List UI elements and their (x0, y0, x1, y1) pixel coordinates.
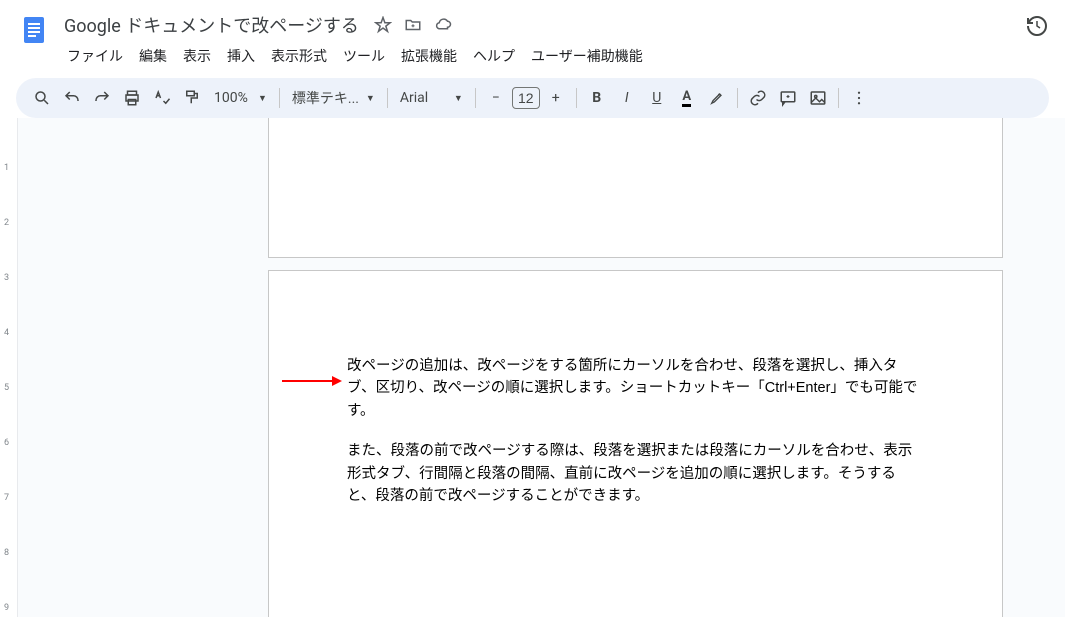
menubar: ファイル 編集 表示 挿入 表示形式 ツール 拡張機能 ヘルプ ユーザー補助機能 (60, 40, 1017, 70)
zoom-dropdown[interactable]: 100% ▼ (208, 84, 273, 112)
more-icon[interactable] (845, 84, 873, 112)
zoom-value: 100% (214, 90, 254, 106)
menu-view[interactable]: 表示 (176, 42, 218, 70)
separator (737, 88, 738, 108)
paragraph[interactable]: 改ページの追加は、改ページをする箇所にカーソルを合わせ、段落を選択し、挿入タブ、… (347, 355, 924, 422)
link-icon[interactable] (744, 84, 772, 112)
fontsize-decrease-button[interactable]: − (482, 84, 510, 112)
caret-down-icon: ▼ (366, 93, 375, 104)
text-format-group: B I U A (583, 84, 731, 112)
search-icon[interactable] (28, 84, 56, 112)
highlight-button[interactable] (703, 84, 731, 112)
document-title[interactable]: Google ドキュメントで改ページする (60, 10, 363, 40)
menu-format[interactable]: 表示形式 (264, 42, 334, 70)
paragraph[interactable]: また、段落の前で改ページする際は、段落を選択または段落にカーソルを合わせ、表示形… (347, 440, 924, 507)
menu-extensions[interactable]: 拡張機能 (394, 42, 464, 70)
separator (576, 88, 577, 108)
undo-icon[interactable] (58, 84, 86, 112)
caret-down-icon: ▼ (258, 93, 267, 104)
cloud-status-icon[interactable] (433, 15, 453, 35)
paint-format-icon[interactable] (178, 84, 206, 112)
redo-icon[interactable] (88, 84, 116, 112)
move-folder-icon[interactable] (403, 15, 423, 35)
separator (475, 88, 476, 108)
title-row: Google ドキュメントで改ページする (60, 8, 1017, 40)
star-icon[interactable] (373, 15, 393, 35)
menu-tools[interactable]: ツール (336, 42, 392, 70)
caret-down-icon: ▼ (454, 93, 463, 104)
fontsize-input[interactable] (512, 87, 540, 109)
italic-button[interactable]: I (613, 84, 641, 112)
page-container: 改ページの追加は、改ページをする箇所にカーソルを合わせ、段落を選択し、挿入タブ、… (22, 118, 1065, 617)
spellcheck-icon[interactable] (148, 84, 176, 112)
page-1[interactable] (268, 118, 1003, 258)
text-color-button[interactable]: A (673, 84, 701, 112)
editor-area: 123456789 改ページの追加は、改ページをする箇所にカーソルを合わせ、段落… (0, 118, 1065, 617)
vertical-ruler[interactable]: 123456789 (0, 118, 18, 617)
image-icon[interactable] (804, 84, 832, 112)
header-right (1025, 8, 1049, 38)
menu-file[interactable]: ファイル (60, 42, 130, 70)
menu-help[interactable]: ヘルプ (466, 42, 522, 70)
paragraph-style-dropdown[interactable]: 標準テキ... ▼ (286, 84, 381, 112)
underline-button[interactable]: U (643, 84, 671, 112)
page-2[interactable]: 改ページの追加は、改ページをする箇所にカーソルを合わせ、段落を選択し、挿入タブ、… (268, 270, 1003, 617)
bold-button[interactable]: B (583, 84, 611, 112)
style-value: 標準テキ... (292, 88, 362, 108)
separator (387, 88, 388, 108)
comment-icon[interactable] (774, 84, 802, 112)
print-icon[interactable] (118, 84, 146, 112)
toolbar: 100% ▼ 標準テキ... ▼ Arial ▼ − + B I U A (16, 78, 1049, 118)
menu-insert[interactable]: 挿入 (220, 42, 262, 70)
separator (838, 88, 839, 108)
fontsize-increase-button[interactable]: + (542, 84, 570, 112)
font-dropdown[interactable]: Arial ▼ (394, 84, 469, 112)
separator (279, 88, 280, 108)
menu-accessibility[interactable]: ユーザー補助機能 (524, 42, 650, 70)
font-value: Arial (400, 90, 450, 106)
header-center: Google ドキュメントで改ページする ファイル 編集 表示 挿入 表示形式 … (60, 8, 1017, 70)
docs-logo[interactable] (16, 12, 52, 48)
history-icon[interactable] (1025, 14, 1049, 38)
fontsize-group: − + (482, 84, 570, 112)
menu-edit[interactable]: 編集 (132, 42, 174, 70)
app-header: Google ドキュメントで改ページする ファイル 編集 表示 挿入 表示形式 … (0, 0, 1065, 70)
